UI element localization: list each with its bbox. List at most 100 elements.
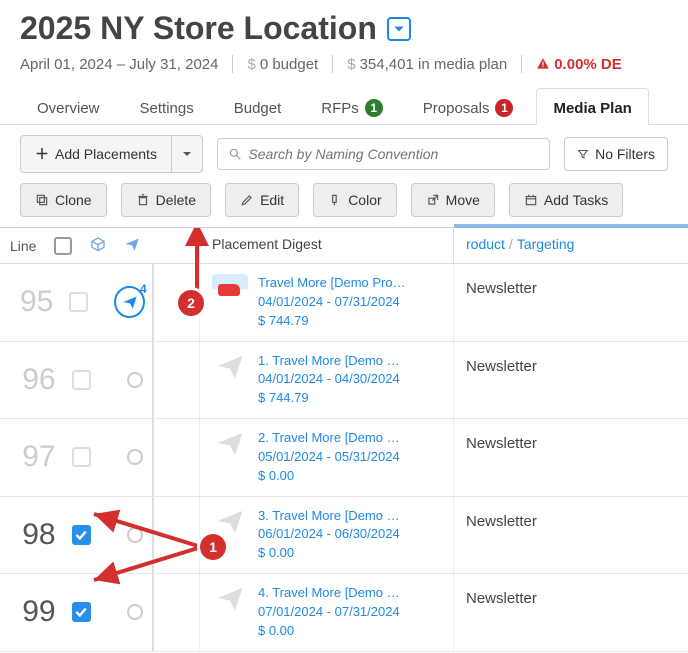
page-title: 2025 NY Store Location xyxy=(20,10,377,47)
flight-group-badge[interactable]: 4 xyxy=(114,286,144,318)
placement-link[interactable]: Travel More [Demo Pro… xyxy=(258,274,406,293)
placement-amount: $ 0.00 xyxy=(258,623,294,638)
tree-node[interactable] xyxy=(127,372,143,388)
color-button[interactable]: Color xyxy=(313,183,396,217)
placement-link[interactable]: 4. Travel More [Demo … xyxy=(258,584,400,603)
placement-dates: 04/01/2024 - 07/31/2024 xyxy=(258,294,400,309)
clone-icon xyxy=(35,193,49,207)
placement-amount: $ 744.79 xyxy=(258,390,309,405)
placement-dates: 07/01/2024 - 07/31/2024 xyxy=(258,604,400,619)
tab-bar: OverviewSettingsBudgetRFPs1Proposals1Med… xyxy=(0,87,688,125)
placement-link[interactable]: 1. Travel More [Demo … xyxy=(258,352,400,371)
tree-node[interactable] xyxy=(127,604,143,620)
col-digest-label: Placement Digest xyxy=(200,228,454,263)
row-number: 97 xyxy=(10,440,56,474)
package-icon[interactable] xyxy=(90,236,106,255)
row-checkbox[interactable] xyxy=(72,370,92,390)
media-plan-amount: $354,401 in media plan xyxy=(347,56,507,73)
product-cell: Newsletter xyxy=(454,497,688,574)
plane-icon xyxy=(212,352,248,380)
add-tasks-button[interactable]: Add Tasks xyxy=(509,183,623,217)
tab-media-plan[interactable]: Media Plan xyxy=(536,88,648,125)
add-placements-group: ＋ Add Placements xyxy=(20,135,203,173)
select-all-checkbox[interactable] xyxy=(54,237,72,255)
product-cell: Newsletter xyxy=(454,419,688,496)
product-cell: Newsletter xyxy=(454,264,688,341)
annotation-1: 1 xyxy=(200,534,226,560)
tab-proposals[interactable]: Proposals1 xyxy=(406,88,531,125)
placement-digest: 2. Travel More [Demo …05/01/2024 - 05/31… xyxy=(200,419,454,496)
row-number: 99 xyxy=(10,595,56,629)
creative-thumbnail xyxy=(212,274,248,302)
table-row: 99 4. Travel More [Demo …07/01/2024 - 07/… xyxy=(0,574,688,652)
targeting-link[interactable]: Targeting xyxy=(517,236,575,252)
add-placements-button[interactable]: ＋ Add Placements xyxy=(20,135,172,173)
clone-button[interactable]: Clone xyxy=(20,183,107,217)
plane-icon xyxy=(212,584,248,612)
placement-dates: 04/01/2024 - 04/30/2024 xyxy=(258,371,400,386)
plane-icon[interactable] xyxy=(124,236,140,255)
row-checkbox[interactable] xyxy=(69,292,88,312)
currency-symbol: $ xyxy=(347,56,355,73)
product-cell: Newsletter xyxy=(454,574,688,651)
budget-amount: $0 budget xyxy=(247,56,318,73)
search-icon xyxy=(228,147,242,161)
tree-node[interactable] xyxy=(127,449,143,465)
plane-icon xyxy=(212,429,248,457)
table-row: 98 3. Travel More [Demo …06/01/2024 - 06/… xyxy=(0,497,688,575)
external-link-icon xyxy=(426,193,440,207)
tab-overview[interactable]: Overview xyxy=(20,88,117,125)
tab-rfps[interactable]: RFPs1 xyxy=(304,88,400,125)
tab-budget[interactable]: Budget xyxy=(217,88,299,125)
title-dropdown[interactable] xyxy=(387,17,411,41)
placement-link[interactable]: 2. Travel More [Demo … xyxy=(258,429,400,448)
row-number: 95 xyxy=(10,285,53,319)
product-link[interactable]: roduct xyxy=(466,236,505,252)
plus-icon: ＋ xyxy=(35,144,49,164)
divider xyxy=(232,55,233,73)
search-field[interactable] xyxy=(217,138,550,170)
edit-button[interactable]: Edit xyxy=(225,183,299,217)
annotation-2: 2 xyxy=(178,290,204,316)
placement-amount: $ 744.79 xyxy=(258,313,309,328)
table-row: 95 4 Travel More [Demo Pro…04/01/2024 - 07… xyxy=(0,264,688,342)
caret-down-icon xyxy=(182,149,192,159)
table-row: 97 2. Travel More [Demo …05/01/2024 - 05/… xyxy=(0,419,688,497)
row-number: 98 xyxy=(10,518,56,552)
move-button[interactable]: Move xyxy=(411,183,495,217)
row-checkbox[interactable] xyxy=(72,447,92,467)
delivery-alert: 0.00% DE xyxy=(536,56,622,73)
divider xyxy=(332,55,333,73)
filters-button[interactable]: No Filters xyxy=(564,137,668,171)
placement-digest: 3. Travel More [Demo …06/01/2024 - 06/30… xyxy=(200,497,454,574)
row-checkbox[interactable] xyxy=(72,525,92,545)
placement-dates: 06/01/2024 - 06/30/2024 xyxy=(258,526,400,541)
placement-digest: 1. Travel More [Demo …04/01/2024 - 04/30… xyxy=(200,342,454,419)
placement-link[interactable]: 3. Travel More [Demo … xyxy=(258,507,400,526)
divider xyxy=(521,55,522,73)
warning-icon xyxy=(536,57,550,71)
delete-button[interactable]: Delete xyxy=(121,183,211,217)
calendar-icon xyxy=(524,193,538,207)
currency-symbol: $ xyxy=(247,56,255,73)
col-product-targeting: roduct/Targeting xyxy=(454,224,688,263)
product-cell: Newsletter xyxy=(454,342,688,419)
badge: 1 xyxy=(365,99,383,117)
tab-settings[interactable]: Settings xyxy=(123,88,211,125)
col-line-label: Line xyxy=(10,238,36,254)
paint-icon xyxy=(328,193,342,207)
row-checkbox[interactable] xyxy=(72,602,92,622)
chevron-down-icon xyxy=(393,23,405,35)
placement-amount: $ 0.00 xyxy=(258,468,294,483)
tree-node[interactable] xyxy=(127,527,143,543)
placement-dates: 05/01/2024 - 05/31/2024 xyxy=(258,449,400,464)
plane-icon xyxy=(212,507,248,535)
search-input[interactable] xyxy=(246,145,539,163)
pencil-icon xyxy=(240,193,254,207)
filter-icon xyxy=(577,148,589,160)
add-placements-dropdown[interactable] xyxy=(172,135,203,173)
row-number: 96 xyxy=(10,363,56,397)
placement-digest: Travel More [Demo Pro…04/01/2024 - 07/31… xyxy=(200,264,454,341)
badge: 1 xyxy=(495,99,513,117)
table-header: Line Placement Digest roduct/Targeting xyxy=(0,228,688,264)
